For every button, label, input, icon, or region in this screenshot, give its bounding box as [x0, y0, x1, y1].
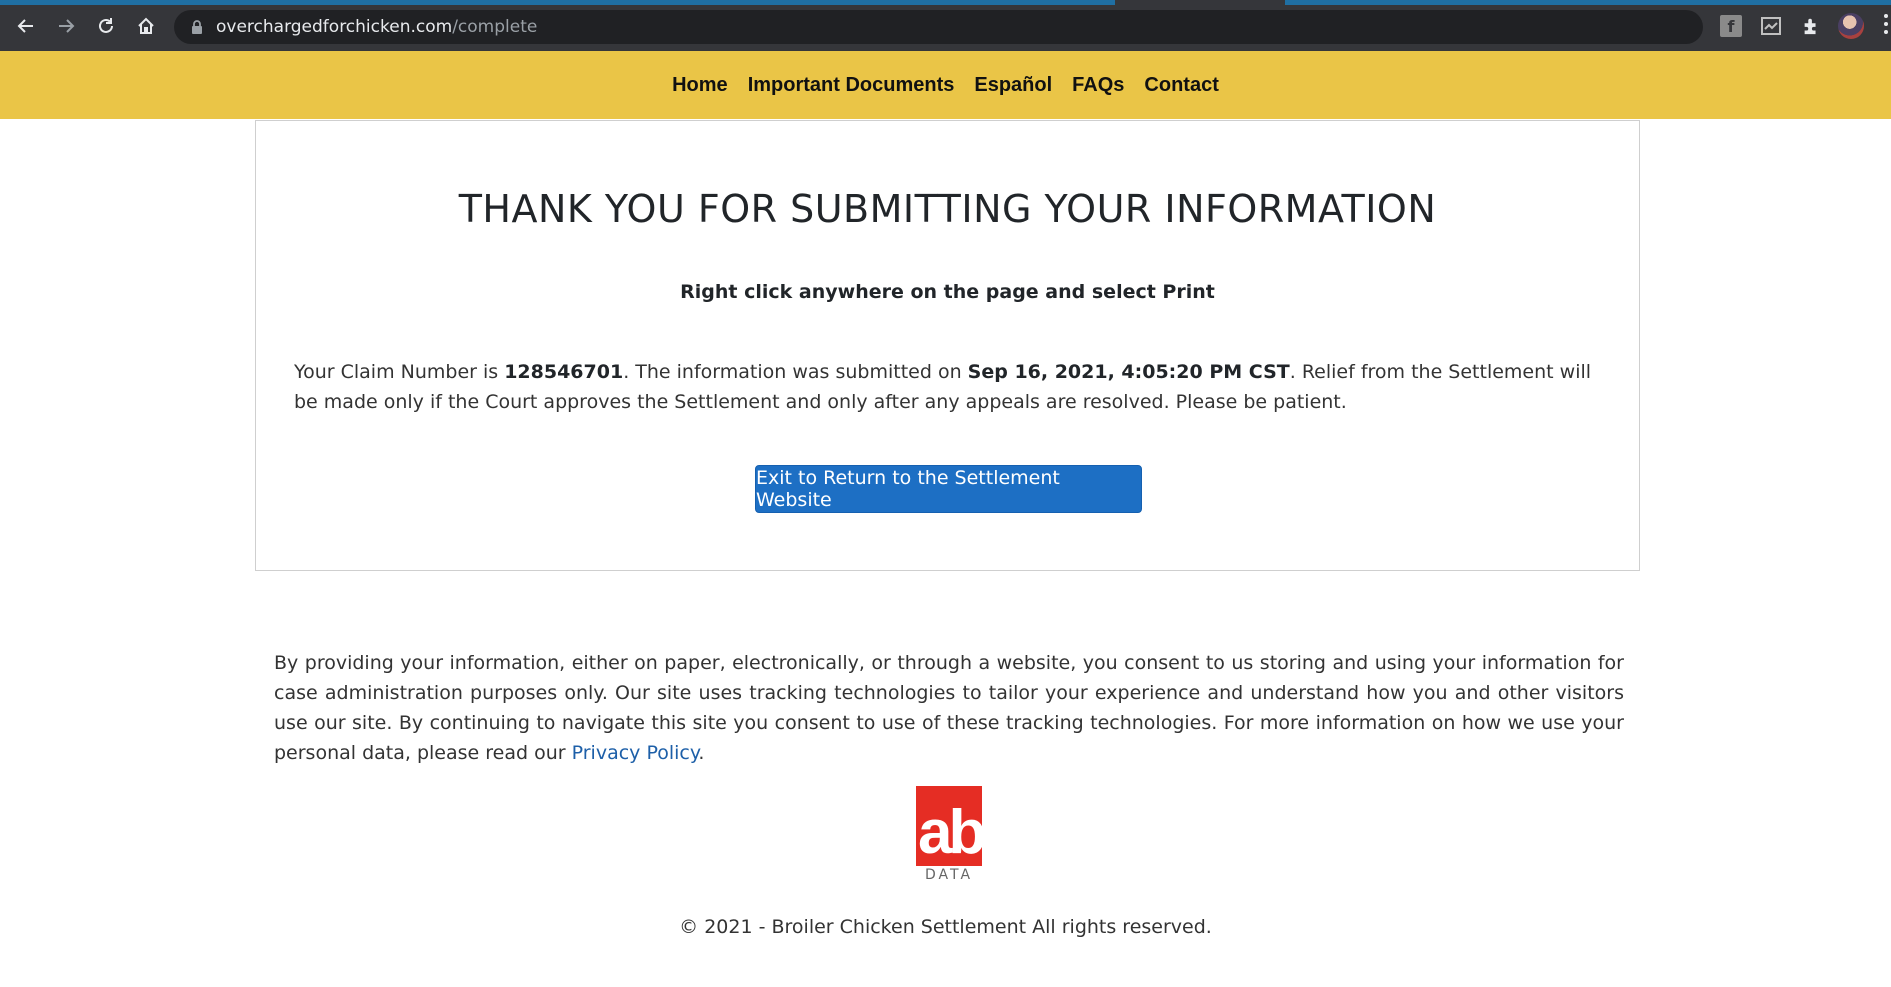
nav-link-faqs[interactable]: FAQs	[1072, 74, 1124, 97]
extension-icon[interactable]	[1760, 15, 1782, 37]
claim-number: 128546701	[504, 361, 624, 383]
nav-link-home[interactable]: Home	[672, 74, 728, 97]
nav-link-espanol[interactable]: Español	[974, 74, 1052, 97]
exit-to-settlement-button[interactable]: Exit to Return to the Settlement Website	[755, 465, 1142, 513]
submitted-prefix: . The information was submitted on	[623, 361, 968, 383]
claim-confirmation-text: Your Claim Number is 128546701. The info…	[294, 357, 1604, 417]
site-navigation: Home Important Documents Español FAQs Co…	[0, 51, 1891, 119]
tab-strip	[0, 0, 1891, 5]
reload-icon[interactable]	[93, 13, 119, 39]
browser-menu-icon[interactable]	[1884, 14, 1888, 38]
page-title: THANK YOU FOR SUBMITTING YOUR INFORMATIO…	[458, 187, 1437, 231]
nav-link-important-documents[interactable]: Important Documents	[748, 74, 955, 97]
url-text[interactable]: overchargedforchicken.com/complete	[216, 17, 537, 37]
profile-avatar[interactable]	[1838, 13, 1864, 39]
submitted-timestamp: Sep 16, 2021, 4:05:20 PM CST	[967, 361, 1290, 383]
consent-end: .	[698, 742, 705, 764]
forward-icon[interactable]	[53, 13, 79, 39]
home-icon[interactable]	[133, 13, 159, 39]
active-tab-indicator[interactable]	[1115, 0, 1285, 5]
address-bar[interactable]: overchargedforchicken.com/complete	[174, 10, 1862, 44]
logo-mark: ab	[916, 786, 982, 866]
back-icon[interactable]	[13, 13, 39, 39]
facebook-extension-icon[interactable]: f	[1720, 15, 1742, 37]
consent-body: By providing your information, either on…	[274, 652, 1624, 764]
claim-prefix: Your Claim Number is	[294, 361, 505, 383]
copyright-text: © 2021 - Broiler Chicken Settlement All …	[679, 916, 1212, 938]
logo-data-text: DATA	[924, 867, 974, 883]
print-instruction: Right click anywhere on the page and sel…	[680, 281, 1215, 303]
nav-link-contact[interactable]: Contact	[1144, 74, 1218, 97]
privacy-consent-text: By providing your information, either on…	[274, 648, 1624, 768]
privacy-policy-link[interactable]: Privacy Policy	[572, 742, 699, 764]
logo-ab-text: ab	[918, 798, 982, 866]
puzzle-extensions-icon[interactable]	[1800, 15, 1822, 37]
lock-icon[interactable]	[189, 19, 205, 35]
browser-toolbar: overchargedforchicken.com/complete f	[0, 0, 1891, 51]
ab-data-logo: ab DATA	[916, 786, 982, 883]
confirmation-card: THANK YOU FOR SUBMITTING YOUR INFORMATIO…	[255, 120, 1640, 571]
